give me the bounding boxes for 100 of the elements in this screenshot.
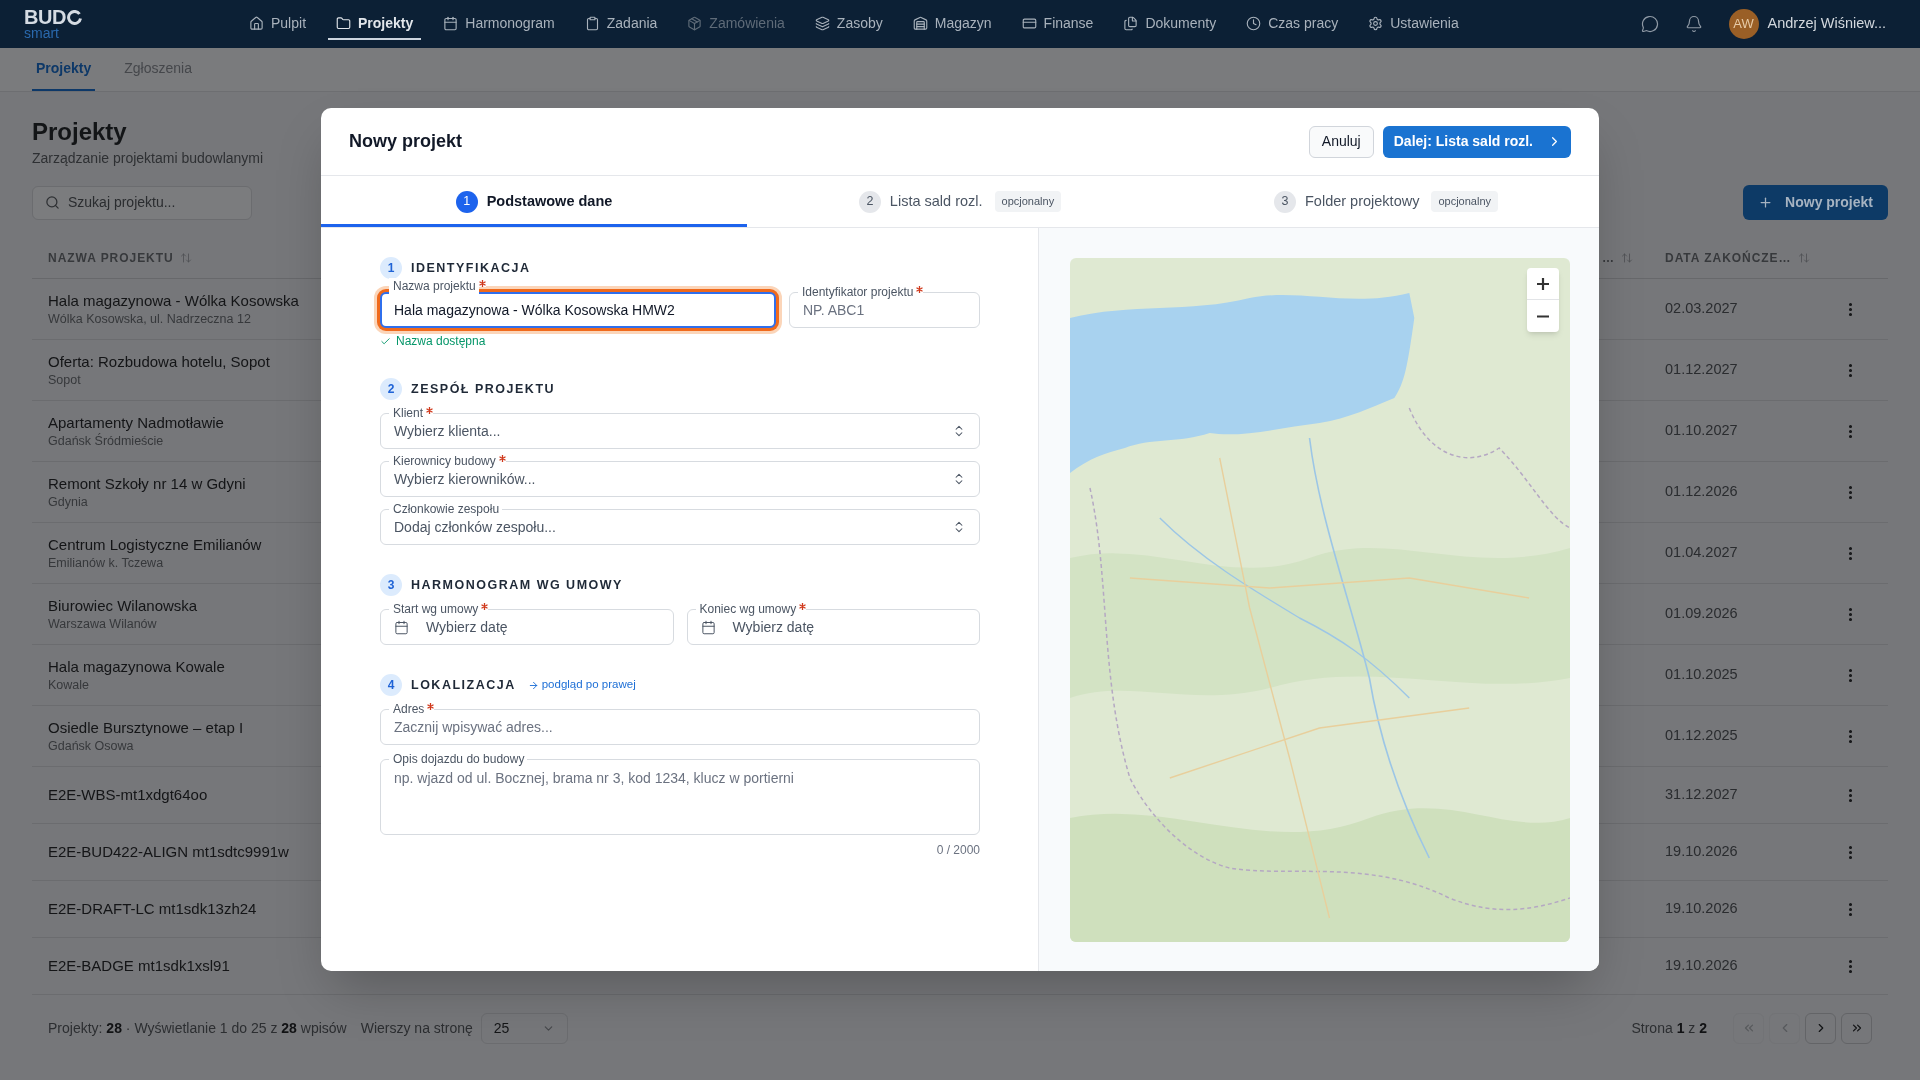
calendar-icon	[700, 619, 716, 635]
section-number: 1	[380, 257, 402, 279]
documents-icon	[1123, 15, 1139, 31]
rows-per-page-select[interactable]: 25	[480, 1012, 568, 1044]
section-number: 4	[380, 674, 402, 696]
settings-icon	[1368, 15, 1384, 31]
project-name[interactable]: E2E-WBS-mt1xdgt64oo	[48, 785, 208, 805]
field-label: Opis dojazdu do budowy	[389, 751, 528, 767]
column-header[interactable]: DATA ZAKOŃCZE…	[1665, 248, 1792, 267]
end-date: 01.12.2026	[1665, 482, 1738, 502]
end-date: 01.09.2026	[1665, 604, 1738, 624]
field-label: Start wg umowy	[389, 601, 482, 617]
end-date: 01.10.2027	[1665, 421, 1738, 441]
step-tab[interactable]: 2 Lista sald rozl. opcjonalny	[747, 176, 1173, 227]
field-label: Identyfikator projektu	[798, 284, 917, 300]
end-date: 01.12.2027	[1665, 360, 1738, 380]
project-name[interactable]: Apartamenty Nadmotławie	[48, 413, 224, 433]
notifications-icon[interactable]	[1684, 15, 1703, 33]
optional-badge: opcjonalny	[994, 191, 1062, 212]
clock-icon	[1246, 15, 1262, 31]
section-title: HARMONOGRAM WG UMOWY	[411, 576, 623, 594]
end-date: 01.12.2025	[1665, 726, 1738, 746]
project-name[interactable]: Remont Szkoły nr 14 w Gdyni	[48, 474, 246, 494]
nav-item[interactable]: Dokumenty	[1115, 8, 1225, 40]
project-name[interactable]: Osiedle Bursztynowe – etap I	[48, 718, 244, 738]
rows-per-page-label: Wierszy na stronę	[360, 1018, 473, 1038]
nav-item[interactable]: Magazyn	[904, 8, 1000, 40]
page-title: Projekty	[32, 117, 127, 147]
field-label: Członkowie zespołu	[389, 501, 503, 517]
character-counter: 0 / 2000	[936, 842, 980, 858]
plus-icon	[1537, 277, 1549, 290]
step-tab[interactable]: 3 Folder projektowy opcjonalny	[1173, 176, 1599, 227]
logo-wordmark: BUD	[24, 8, 66, 26]
step-number: 2	[858, 190, 881, 213]
step-number: 3	[1274, 190, 1296, 213]
project-location: Wólka Kosowska, ul. Nadrzeczna 12	[48, 311, 251, 327]
layers-icon	[814, 15, 830, 31]
box-icon	[687, 15, 703, 31]
new-project-button[interactable]: Nowy projekt	[1743, 185, 1888, 220]
calendar-icon	[443, 15, 459, 31]
step-tab[interactable]: 1 Podstawowe dane	[321, 176, 747, 227]
logo-ring-icon	[66, 9, 82, 25]
user-avatar[interactable]: AW	[1728, 9, 1759, 39]
cancel-button[interactable]: Anuluj	[1308, 125, 1374, 158]
project-name[interactable]: E2E-DRAFT-LC mt1sdk13zh24	[48, 899, 257, 919]
nav-item[interactable]: Pulpit	[241, 8, 315, 40]
column-header[interactable]: NAZWA PROJEKTU	[48, 248, 174, 267]
project-name[interactable]: Biurowiec Wilanowska	[48, 596, 198, 616]
nav-item[interactable]: Harmonogram	[435, 8, 563, 40]
pagination-summary: Projekty: 28 · Wyświetlanie 1 do 25 z 28 wpisów	[48, 1018, 347, 1038]
nav-item[interactable]: Ustawienia	[1360, 8, 1467, 40]
end-date: 02.03.2027	[1665, 299, 1738, 319]
section-number: 3	[380, 574, 402, 596]
project-name[interactable]: Centrum Logistyczne Emilianów	[48, 535, 262, 555]
project-location: Sopot	[48, 372, 81, 388]
next-button[interactable]: Dalej: Lista sald rozl.	[1382, 125, 1571, 158]
calendar-icon	[394, 619, 409, 635]
end-date: 01.04.2027	[1665, 543, 1738, 563]
search-field[interactable]: Szukaj projektu...	[32, 185, 252, 220]
project-location: Warszawa Wilanów	[48, 616, 157, 632]
pagination-button[interactable]	[1841, 1012, 1872, 1044]
end-date: 19.10.2026	[1665, 899, 1738, 919]
card-icon	[1021, 15, 1037, 31]
user-name[interactable]: Andrzej Wiśniew...	[1767, 13, 1886, 35]
clipboard-icon	[584, 15, 600, 31]
subtab[interactable]: Projekty	[32, 48, 96, 91]
home-icon	[249, 15, 264, 31]
nav-item[interactable]: Projekty	[328, 8, 422, 40]
chat-icon[interactable]	[1640, 15, 1659, 33]
optional-badge: opcjonalny	[1431, 191, 1498, 212]
nav-item[interactable]: Finanse	[1013, 8, 1102, 40]
nav-item[interactable]: Zadania	[576, 8, 666, 40]
project-name[interactable]: E2E-BUD422-ALIGN mt1sdtc9991w	[48, 842, 289, 862]
project-location: Emilianów k. Tczewa	[48, 555, 164, 571]
section-title: IDENTYFIKACJA	[411, 259, 531, 277]
end-date: 31.12.2027	[1665, 785, 1738, 805]
field-label: Nazwa projektu	[389, 278, 479, 294]
project-name[interactable]: Hala magazynowa - Wólka Kosowska	[48, 291, 299, 311]
page-indicator: Strona 1 z 2	[1631, 1018, 1707, 1038]
arrow-right-icon	[527, 679, 539, 691]
project-name[interactable]: Oferta: Rozbudowa hotelu, Sopot	[48, 352, 270, 372]
project-name[interactable]: E2E-BADGE mt1sdk1xsl91	[48, 956, 230, 976]
field-label: Koniec wg umowy	[695, 601, 800, 617]
project-name[interactable]: Hala magazynowa Kowale	[48, 657, 225, 677]
check-icon	[380, 335, 391, 347]
nav-item[interactable]: Zasoby	[806, 8, 891, 40]
project-location: Gdańsk Śródmieście	[48, 433, 164, 449]
nav-item[interactable]: Czas pracy	[1238, 8, 1347, 40]
project-location: Gdańsk Osowa	[48, 738, 134, 754]
preview-link[interactable]: podgląd po prawej	[527, 676, 636, 694]
section-title: ZESPÓŁ PROJEKTU	[411, 380, 556, 398]
dialog-title: Nowy projekt	[349, 130, 463, 153]
plus-icon	[1758, 195, 1774, 210]
folder-icon	[336, 15, 352, 31]
page-subtitle: Zarządzanie projektami budowlanymi	[32, 149, 264, 168]
project-location: Gdynia	[48, 494, 88, 510]
search-icon	[45, 195, 60, 210]
field-label: Kierownicy budowy	[389, 453, 499, 469]
section-title: LOKALIZACJA	[411, 676, 516, 694]
end-date: 01.10.2025	[1665, 665, 1738, 685]
